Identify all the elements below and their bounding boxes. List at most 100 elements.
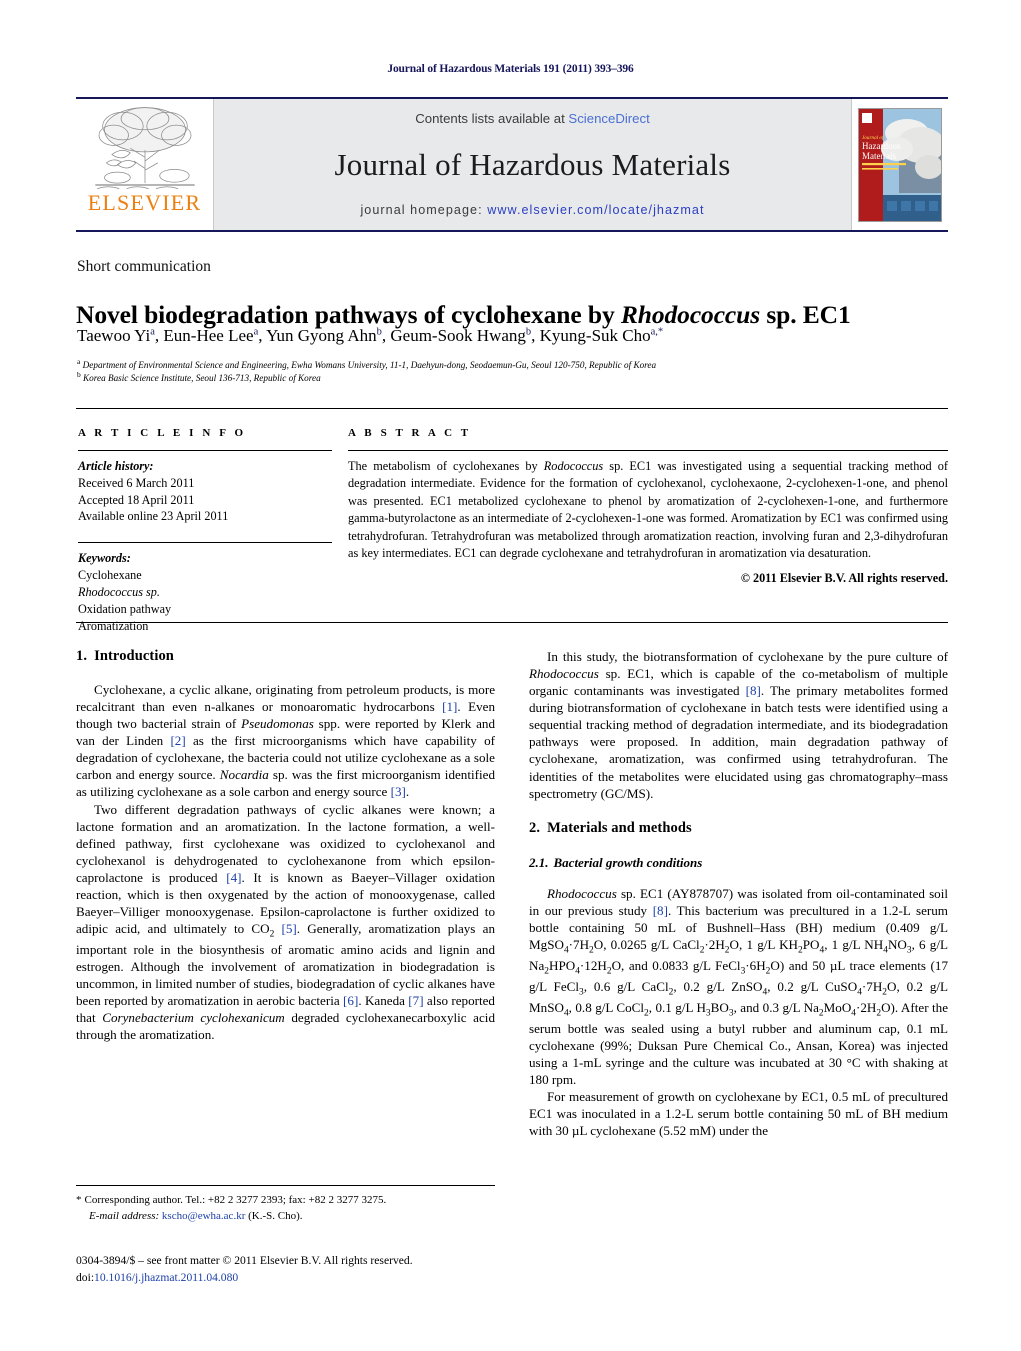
keywords-label: Keywords: bbox=[78, 551, 131, 566]
intro-paragraph-2: Two different degradation pathways of cy… bbox=[76, 801, 495, 1043]
page-footer: 0304-3894/$ – see front matter © 2011 El… bbox=[76, 1253, 576, 1287]
author-affil-marker: a bbox=[150, 326, 155, 338]
journal-cover-thumbnail[interactable]: Journal of Hazardous Materials bbox=[852, 99, 948, 230]
history-available-online: Available online 23 April 2011 bbox=[78, 509, 229, 524]
sciencedirect-link[interactable]: ScienceDirect bbox=[568, 111, 649, 126]
citation-ref[interactable]: [1] bbox=[442, 699, 457, 714]
divider bbox=[78, 542, 332, 544]
abstract-genus: Rodococcus bbox=[543, 459, 604, 473]
author-affil-marker[interactable]: a,* bbox=[651, 326, 664, 337]
author-affil-marker: b bbox=[376, 326, 382, 338]
footnote-corresponding-text: Corresponding author. Tel.: +82 2 3277 2… bbox=[84, 1194, 387, 1206]
elsevier-tree-icon bbox=[94, 107, 195, 189]
corresponding-author-footnote: * Corresponding author. Tel.: +82 2 3277 … bbox=[76, 1185, 495, 1224]
doi-line: doi:10.1016/j.jhazmat.2011.04.080 bbox=[76, 1270, 576, 1287]
contents-prefix: Contents lists available at bbox=[415, 111, 569, 126]
citation-ref[interactable]: [3] bbox=[391, 784, 406, 799]
subsection-title: Bacterial growth conditions bbox=[553, 854, 703, 870]
section-heading-introduction: 1. Introduction bbox=[76, 648, 495, 665]
author-list: Taewoo Yia, Eun-Hee Leea, Yun Gyong Ahnb… bbox=[77, 326, 664, 345]
right-paragraph-1: In this study, the biotransformation of … bbox=[529, 649, 948, 801]
affiliation-marker-b: b bbox=[77, 370, 81, 379]
author-name: Yun Gyong Ahn bbox=[266, 326, 377, 345]
abstract-text: The metabolism of cyclohexanes by Rodoco… bbox=[348, 458, 948, 563]
citation-ref[interactable]: [7] bbox=[408, 993, 423, 1008]
homepage-label: journal homepage: bbox=[360, 203, 483, 217]
doi-label: doi: bbox=[76, 1270, 95, 1284]
methods-paragraph-1: Rhodococcus sp. EC1 (AY878707) was isola… bbox=[529, 885, 949, 1087]
section-title: Materials and methods bbox=[547, 819, 692, 836]
methods-paragraph-2: For measurement of growth on cyclohexane… bbox=[529, 1088, 948, 1139]
subsection-number: 2.1. bbox=[529, 854, 549, 870]
affiliation-b-text: Korea Basic Science Institute, Seoul 136… bbox=[83, 373, 321, 384]
keyword-item: Cyclohexane bbox=[78, 568, 142, 583]
svg-text:Hazardous: Hazardous bbox=[862, 141, 901, 151]
section-title: Introduction bbox=[94, 648, 174, 664]
body-column-right: In this study, the biotransformation of … bbox=[529, 648, 948, 1208]
history-received: Received 6 March 2011 bbox=[78, 475, 195, 490]
divider bbox=[348, 450, 948, 451]
author-affil-marker: a bbox=[253, 326, 259, 338]
citation-ref[interactable]: [4] bbox=[226, 870, 241, 885]
svg-text:Journal of: Journal of bbox=[862, 134, 885, 141]
citation-ref[interactable]: [6] bbox=[343, 993, 358, 1008]
homepage-url-link[interactable]: www.elsevier.com/locate/jhazmat bbox=[487, 203, 704, 217]
abstract-heading: A B S T R A C T bbox=[348, 427, 472, 439]
title-genus: Rhodococcus bbox=[620, 300, 761, 330]
running-head: Journal of Hazardous Materials 191 (2011… bbox=[387, 63, 634, 75]
article-info-abstract-block: A R T I C L E I N F O Article history: R… bbox=[76, 408, 948, 633]
intro-paragraph-1: Cyclohexane, a cyclic alkane, originatin… bbox=[76, 682, 495, 800]
keyword-item: Aromatization bbox=[78, 618, 149, 633]
doi-link[interactable]: 10.1016/j.jhazmat.2011.04.080 bbox=[94, 1271, 238, 1284]
email-owner: (K.-S. Cho). bbox=[248, 1209, 303, 1222]
history-label: Article history: bbox=[78, 459, 154, 473]
article-info-column: A R T I C L E I N F O Article history: R… bbox=[76, 409, 348, 633]
email-link[interactable]: kscho@ewha.ac.kr bbox=[162, 1210, 245, 1222]
issn-copyright-line: 0304-3894/$ – see front matter © 2011 El… bbox=[76, 1254, 413, 1267]
keyword-item: Oxidation pathway bbox=[78, 601, 172, 616]
author-name: Kyung-Suk Cho bbox=[539, 326, 651, 345]
author-name: Taewoo Yi bbox=[77, 326, 151, 345]
subsection-heading-bacterial-growth: 2.1. Bacterial growth conditions bbox=[529, 855, 948, 871]
citation-ref[interactable]: [5] bbox=[282, 921, 297, 936]
citation-ref[interactable]: [2] bbox=[170, 733, 185, 748]
article-info-heading: A R T I C L E I N F O bbox=[78, 427, 247, 439]
elsevier-wordmark: ELSEVIER bbox=[87, 190, 202, 215]
abstract-column: A B S T R A C T The metabolism of cycloh… bbox=[348, 409, 948, 622]
footnote-star: * bbox=[76, 1194, 82, 1206]
body-columns: 1. Introduction Cyclohexane, a cyclic alk… bbox=[76, 648, 948, 1208]
keywords-group: Keywords: Cyclohexane Rhodococcus sp. Ox… bbox=[78, 550, 332, 634]
journal-banner: Contents lists available at ScienceDirec… bbox=[213, 99, 852, 230]
author-name: Eun-Hee Lee bbox=[163, 326, 254, 345]
footnote-line-1: * Corresponding author. Tel.: +82 2 3277 … bbox=[76, 1193, 495, 1209]
abstract-copyright: © 2011 Elsevier B.V. All rights reserved… bbox=[740, 570, 948, 585]
elsevier-logo: ELSEVIER bbox=[76, 99, 213, 230]
journal-title: Journal of Hazardous Materials bbox=[334, 146, 731, 182]
footnote-line-2: E-mail address: kscho@ewha.ac.kr (K.-S. … bbox=[76, 1209, 495, 1225]
citation-ref[interactable]: [8] bbox=[746, 683, 761, 698]
author-name: Geum-Sook Hwang bbox=[390, 326, 526, 345]
article-type: Short communication bbox=[77, 258, 211, 275]
contents-list-line: Contents lists available at ScienceDirec… bbox=[415, 111, 650, 126]
journal-homepage-line: journal homepage: www.elsevier.com/locat… bbox=[360, 203, 704, 217]
journal-masthead: ELSEVIER Contents lists available at Sci… bbox=[76, 97, 948, 232]
section-number: 2. bbox=[529, 819, 541, 836]
paper-page: Journal of Hazardous Materials 191 (2011… bbox=[0, 0, 1021, 1351]
divider bbox=[78, 450, 332, 451]
history-accepted: Accepted 18 April 2011 bbox=[78, 492, 195, 507]
keyword-item: Rhodococcus sp. bbox=[78, 584, 160, 599]
body-column-left: 1. Introduction Cyclohexane, a cyclic alk… bbox=[76, 648, 495, 1208]
cover-image: Journal of Hazardous Materials bbox=[858, 107, 942, 222]
citation-ref[interactable]: [8] bbox=[653, 903, 668, 918]
author-affil-marker: b bbox=[525, 326, 532, 338]
affiliation-a-text: Department of Environmental Science and … bbox=[82, 360, 657, 371]
affiliation-b: b Korea Basic Science Institute, Seoul 1… bbox=[77, 370, 957, 385]
affiliation-marker-a: a bbox=[77, 357, 81, 366]
svg-text:Materials: Materials bbox=[862, 151, 896, 161]
section-heading-materials: 2. Materials and methods bbox=[529, 820, 948, 837]
title-text-after: sp. EC1 bbox=[760, 300, 851, 330]
section-number: 1. bbox=[76, 648, 88, 664]
title-text-before: Novel biodegradation pathways of cyclohe… bbox=[76, 300, 621, 330]
abstract-seg-1: The metabolism of cyclohexanes by bbox=[348, 459, 544, 473]
email-label: E-mail address: bbox=[89, 1209, 160, 1222]
